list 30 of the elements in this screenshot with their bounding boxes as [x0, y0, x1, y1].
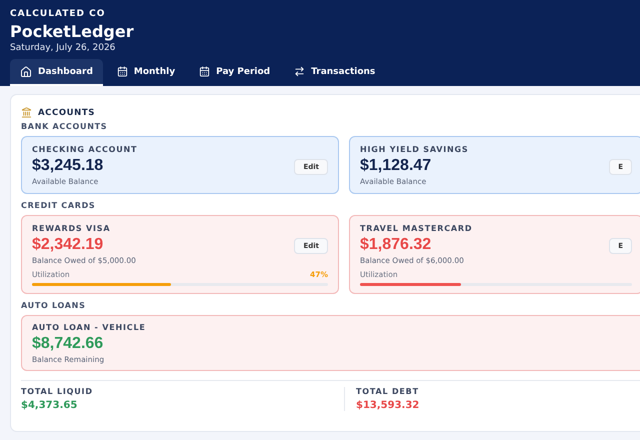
account-amount: $8,742.66 [32, 335, 104, 353]
total-value: $13,593.32 [356, 400, 420, 411]
calendar-icon [116, 66, 128, 77]
nav-tab[interactable]: Pay Period [189, 59, 280, 86]
nav-tab[interactable]: Dashboard [10, 59, 103, 86]
account-name: HIGH YIELD SAVINGS [360, 145, 470, 154]
home-icon [20, 66, 32, 78]
account-amount: $1,128.47 [360, 157, 432, 175]
nav-tab[interactable]: Transactions [284, 59, 386, 86]
account-amount: $1,876.32 [360, 236, 432, 254]
total-value: $4,373.65 [21, 400, 78, 411]
total-label: TOTAL LIQUID [21, 387, 94, 396]
account-amount: $2,342.19 [32, 236, 104, 254]
account-name: REWARDS VISA [32, 224, 112, 233]
app-name: PocketLedger [10, 22, 135, 41]
group-title: CREDIT CARDS [21, 201, 96, 210]
account-amount: $3,245.18 [32, 157, 104, 175]
section-title: ACCOUNTS [38, 108, 96, 118]
group-title: BANK ACCOUNTS [21, 122, 108, 131]
account-name: AUTO LOAN - VEHICLE [32, 323, 147, 332]
bank-icon [21, 107, 32, 118]
company-name: CALCULATED CO [10, 9, 106, 19]
nav-tab[interactable]: Monthly [106, 59, 186, 86]
total-label: TOTAL DEBT [356, 387, 420, 396]
group-title: AUTO LOANS [21, 301, 87, 310]
account-name: CHECKING ACCOUNT [32, 145, 138, 154]
transfer-icon [294, 66, 306, 77]
account-name: TRAVEL MASTERCARD [360, 224, 474, 233]
current-date: Saturday, July 26, 2026 [10, 43, 116, 53]
calendar-icon [199, 66, 210, 77]
